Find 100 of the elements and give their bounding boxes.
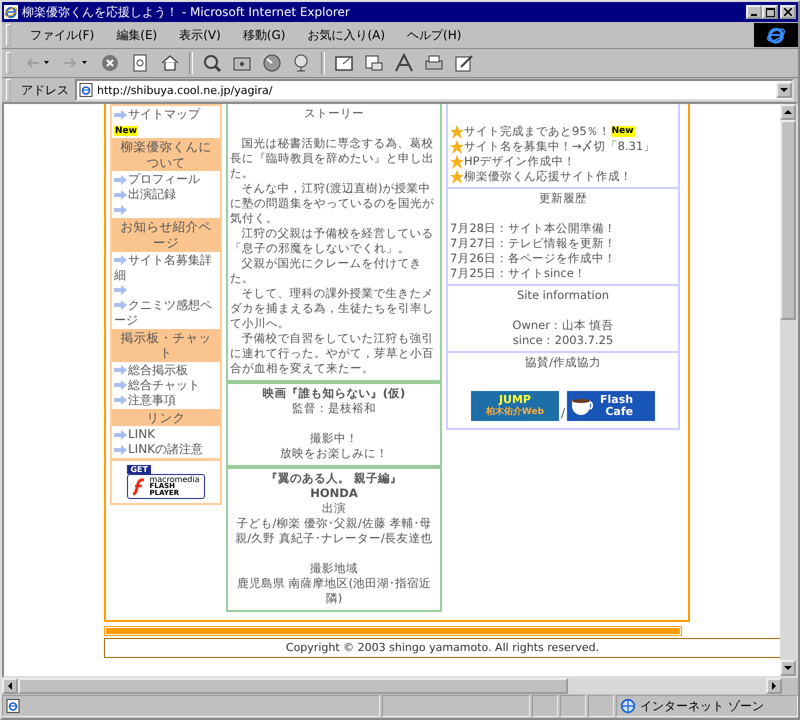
maximize-icon[interactable]: [766, 8, 774, 16]
card-text: 子ども/柳楽 優弥･父親/佐藤 孝輔･母親/久野 真紀子･ナレーター/長友達也: [234, 516, 434, 546]
section-heading: 掲示板・チャット: [112, 328, 220, 362]
card-title: 更新履歴: [538, 191, 588, 206]
new-badge: New: [610, 126, 635, 137]
card-text: 出演: [321, 501, 347, 516]
menu-item[interactable]: ファイル(F): [19, 26, 106, 44]
down-arrow-icon[interactable]: [784, 666, 792, 670]
menu-item[interactable]: ヘルプ(H): [396, 26, 472, 44]
story-paragraph: 国光は秘書活動に専念する為、葛校長に『臨時教員を辞めたい』と申し出た。: [230, 136, 435, 181]
separator-text: /: [560, 406, 566, 421]
story-paragraph: 江狩の父親は予備校を経営している「息子の邪魔をしないでくれ」。: [230, 226, 434, 256]
caret-icon[interactable]: [780, 88, 788, 92]
dropdown-button[interactable]: [776, 82, 792, 98]
stop-icon[interactable]: [99, 53, 121, 73]
card-title: HONDA: [309, 486, 359, 501]
right-arrow-icon[interactable]: [772, 682, 776, 690]
arrow-icon: [114, 174, 127, 185]
sidebar-link[interactable]: 出演記録: [114, 187, 218, 202]
arrow-icon: [114, 300, 127, 310]
sidebar-link[interactable]: 注意事項: [114, 392, 218, 408]
address-field[interactable]: http://shibuya.cool.ne.jp/yagira/: [75, 79, 794, 101]
story-paragraph: そんな中，江狩(渡辺直樹)が授業中に塾の問題集をやっているのを国光が気付く。: [230, 181, 435, 226]
status-pane: [588, 695, 614, 717]
mail-icon[interactable]: [363, 53, 385, 73]
star-icon: [450, 170, 464, 184]
star-icon: [450, 124, 464, 138]
section-heading: 柳楽優弥くんについて: [112, 138, 220, 172]
card-title: 協賛/作成協力: [524, 355, 602, 370]
sponsor-banner[interactable]: JUMP 柏木佑介Web: [470, 391, 559, 421]
arrow-icon: [114, 365, 127, 376]
owner-text: Owner：山本 慎吾: [511, 318, 615, 333]
edit-icon[interactable]: [453, 53, 475, 73]
menu-item[interactable]: お気に入り(A): [296, 26, 396, 44]
card-text: 監督：是枝裕和: [291, 401, 377, 416]
card-text: ストーリー: [303, 106, 365, 121]
news-item: サイト名を募集中！→〆切「8.31」: [464, 139, 656, 154]
window-title: 柳楽優弥くんを応援しよう！ - Microsoft Internet Explorer: [22, 4, 351, 20]
sidebar-link[interactable]: クニミツ感想ページ: [114, 298, 218, 328]
font-icon[interactable]: [393, 53, 415, 73]
sidebar-link[interactable]: 総合チャット: [114, 378, 218, 393]
sidebar-link[interactable]: LINKの諸注意: [114, 442, 218, 458]
history-item: 7月26日：各ページを作成中！: [450, 251, 617, 266]
history-item: 7月28日：サイト本公開準備！: [450, 221, 617, 236]
address-label: アドレス: [21, 82, 70, 98]
card-text: 撮影中！: [309, 431, 359, 446]
story-paragraph: 予備校で自習をしていた江狩も強引に連れて行った。やがて，芽草と小百合が血相を変えて来たー。: [230, 331, 435, 376]
zone-text: インターネット ゾーン: [640, 698, 764, 714]
globe-icon: [620, 698, 636, 714]
arrow-icon: [114, 255, 127, 266]
history-icon[interactable]: [261, 53, 283, 73]
browser-logo-icon: [4, 5, 18, 19]
maximize-button[interactable]: [762, 5, 778, 19]
arrow-icon: [114, 190, 127, 200]
page-icon: [6, 699, 20, 713]
news-item: サイト完成まであと95％！: [464, 124, 611, 139]
new-badge: New: [114, 126, 138, 136]
history-item: 7月25日：サイトsince！: [450, 266, 587, 281]
arrow-icon: [114, 110, 127, 120]
page-icon: [79, 83, 93, 97]
home-icon[interactable]: [159, 53, 181, 73]
arrow-icon: [114, 285, 127, 296]
arrow-icon: [114, 445, 127, 456]
card-title: 『翼のある人。 親子編』: [264, 471, 403, 486]
news-item: 柳楽優弥くん応援サイト作成！: [464, 169, 632, 184]
status-pane: [560, 695, 586, 717]
status-pane: [532, 695, 558, 717]
card-text: 放映をお楽しみに！: [279, 446, 389, 461]
minimize-button[interactable]: [746, 5, 762, 19]
left-arrow-icon[interactable]: [8, 682, 12, 690]
sidebar-link[interactable]: LINK: [114, 427, 218, 442]
sidebar-link[interactable]: プロフィール: [114, 172, 218, 188]
search-icon[interactable]: [201, 53, 223, 73]
sidebar-link[interactable]: 総合掲示板: [114, 362, 218, 378]
since-text: since：2003.7.25: [512, 333, 614, 348]
section-heading: お知らせ紹介ページ: [112, 218, 220, 252]
star-icon: [450, 140, 464, 154]
menu-item[interactable]: 表示(V): [168, 26, 232, 44]
arrow-icon: [114, 395, 127, 406]
story-paragraph: 父親が国光にクレームを付けてきた。: [230, 256, 422, 286]
card-text: 撮影地域: [309, 561, 359, 576]
up-arrow-icon[interactable]: [784, 110, 792, 114]
vertical-scrollbar[interactable]: [780, 104, 796, 676]
sponsor-banner[interactable]: Flash Cafe: [567, 391, 656, 421]
card-text: 鹿児島県 南薩摩地区(池田湖･指宿近隣): [236, 576, 432, 606]
close-button[interactable]: [780, 5, 796, 19]
browser-logo: [754, 23, 798, 47]
star-icon: [450, 154, 464, 168]
arrow-icon: [114, 380, 127, 390]
menu-item[interactable]: 編集(E): [105, 26, 168, 44]
section-heading: リンク: [112, 408, 220, 426]
arrow-icon: [114, 430, 127, 440]
copyright-text: Copyright © 2003 shingo yamamoto. All rights reserved.: [104, 638, 780, 658]
sidebar-link[interactable]: サイト名募集詳細: [114, 252, 218, 282]
close-icon[interactable]: [784, 8, 792, 16]
story-paragraph: そして、理科の課外授業で生きたメダカを捕まえる為，生徒たちを引率して小川へ。: [230, 286, 435, 331]
arrow-icon: [114, 204, 127, 215]
history-item: 7月27日：テレビ情報を更新！: [450, 236, 617, 251]
menu-item[interactable]: 移動(G): [232, 26, 296, 44]
sidebar-link[interactable]: サイトマップ: [114, 107, 218, 122]
